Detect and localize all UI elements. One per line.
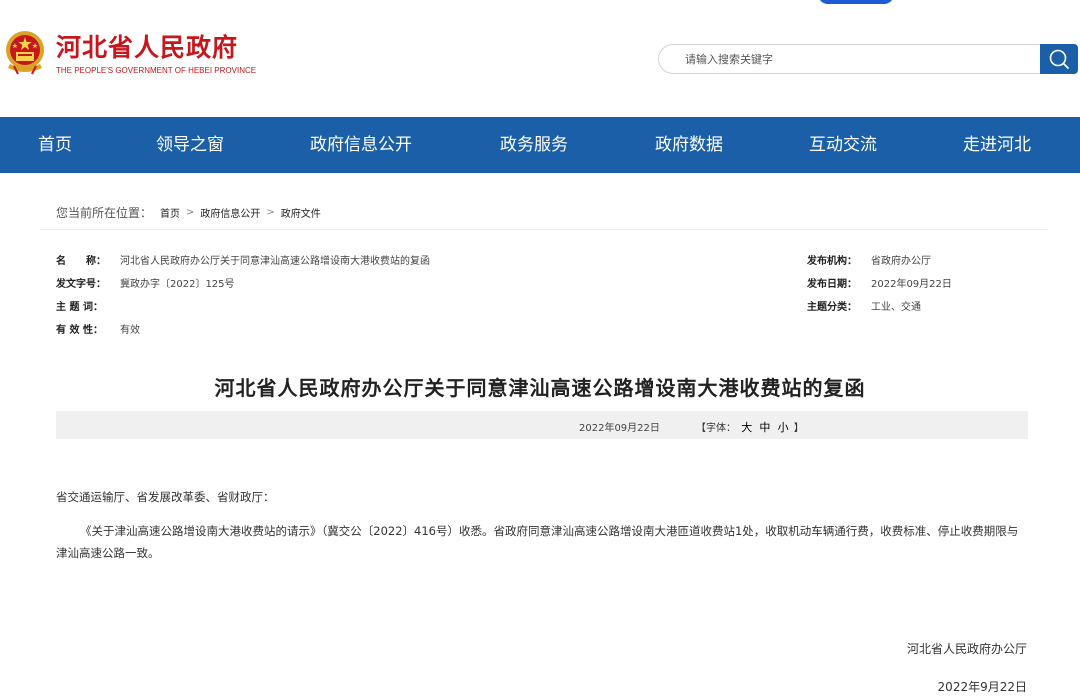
- meta-docno-value: 冀政办字〔2022〕125号: [120, 279, 235, 290]
- meta-validity-row: 有 效 性： 有效: [56, 321, 140, 336]
- meta-pubdate-value: 2022年09月22日: [871, 279, 952, 290]
- search-button[interactable]: [1040, 44, 1078, 74]
- breadcrumb-home[interactable]: 首页: [160, 205, 180, 220]
- signoff-date: 2022年9月22日: [937, 680, 1027, 694]
- meta-subject-row: 主 题 词：: [56, 298, 120, 313]
- breadcrumb: 您当前所在位置： 首页 > 政府信息公开 > 政府文件: [56, 204, 321, 221]
- meta-validity-label: 有 效 性：: [56, 325, 103, 336]
- signoff-organization: 河北省人民政府办公厅: [906, 642, 1027, 656]
- font-size-medium-button[interactable]: 中: [759, 421, 770, 434]
- search-icon: [1049, 49, 1069, 69]
- document-title: 河北省人民政府办公厅关于同意津汕高速公路增设南大港收费站的复函: [214, 376, 866, 400]
- meta-docno-row: 发文字号： 冀政办字〔2022〕125号: [56, 275, 235, 290]
- meta-name-value: 河北省人民政府办公厅关于同意津汕高速公路增设南大港收费站的复函: [120, 256, 430, 267]
- meta-category-row: 主题分类： 工业、交通: [807, 298, 921, 313]
- search-input[interactable]: [685, 45, 1025, 73]
- breadcrumb-info-disclosure[interactable]: 政府信息公开: [200, 205, 260, 220]
- font-size-small-button[interactable]: 小: [778, 421, 789, 434]
- font-size-control: 【字体： 大 中 小 】: [696, 419, 804, 435]
- meta-category-value: 工业、交通: [871, 302, 921, 313]
- site-subtitle: THE PEOPLE'S GOVERNMENT OF HEBEI PROVINC…: [56, 66, 257, 75]
- document-info-bar: 2022年09月22日 【字体： 大 中 小 】: [56, 411, 1028, 439]
- meta-publisher-value: 省政府办公厅: [871, 256, 931, 267]
- nav-item-services[interactable]: 政务服务: [500, 117, 568, 173]
- font-size-suffix: 】: [793, 423, 804, 434]
- document-date: 2022年09月22日: [579, 423, 660, 434]
- meta-validity-value: 有效: [120, 325, 140, 336]
- font-size-large-button[interactable]: 大: [741, 421, 752, 434]
- nav-item-about-hebei[interactable]: 走进河北: [963, 117, 1031, 173]
- meta-name-label: 名 称：: [56, 256, 106, 267]
- nav-item-interaction[interactable]: 互动交流: [809, 117, 877, 173]
- meta-pubdate-row: 发布日期： 2022年09月22日: [807, 275, 952, 290]
- meta-publisher-row: 发布机构： 省政府办公厅: [807, 252, 931, 267]
- main-nav: 首页 领导之窗 政府信息公开 政务服务 政府数据 互动交流 走进河北: [0, 117, 1080, 173]
- font-size-prefix: 【字体：: [696, 423, 736, 434]
- meta-pubdate-label: 发布日期：: [807, 279, 857, 290]
- national-emblem-icon: [6, 31, 44, 75]
- document-metadata: 名 称： 河北省人民政府办公厅关于同意津汕高速公路增设南大港收费站的复函 发文字号…: [40, 229, 1047, 347]
- breadcrumb-separator: >: [266, 207, 275, 218]
- site-title[interactable]: 河北省人民政府: [56, 28, 238, 64]
- meta-publisher-label: 发布机构：: [807, 256, 857, 267]
- nav-item-home[interactable]: 首页: [38, 117, 72, 173]
- meta-category-label: 主题分类：: [807, 302, 857, 313]
- breadcrumb-separator: >: [186, 207, 195, 218]
- breadcrumb-gov-documents[interactable]: 政府文件: [281, 205, 321, 220]
- document-salutation: 省交通运输厅、省发展改革委、省财政厅：: [56, 490, 275, 504]
- meta-name-row: 名 称： 河北省人民政府办公厅关于同意津汕高速公路增设南大港收费站的复函: [56, 252, 430, 267]
- search-box: [658, 44, 1042, 74]
- breadcrumb-label: 您当前所在位置：: [56, 206, 153, 220]
- nav-item-data[interactable]: 政府数据: [655, 117, 723, 173]
- nav-item-leaders[interactable]: 领导之窗: [156, 117, 224, 173]
- nav-item-info-disclosure[interactable]: 政府信息公开: [310, 117, 412, 173]
- site-header: 河北省人民政府 THE PEOPLE'S GOVERNMENT OF HEBEI…: [0, 0, 1080, 116]
- document-paragraph: 《关于津汕高速公路增设南大港收费站的请示》（冀交公〔2022〕416号）收悉。省…: [56, 524, 1019, 560]
- meta-subject-label: 主 题 词：: [56, 302, 103, 313]
- meta-docno-label: 发文字号：: [56, 279, 106, 290]
